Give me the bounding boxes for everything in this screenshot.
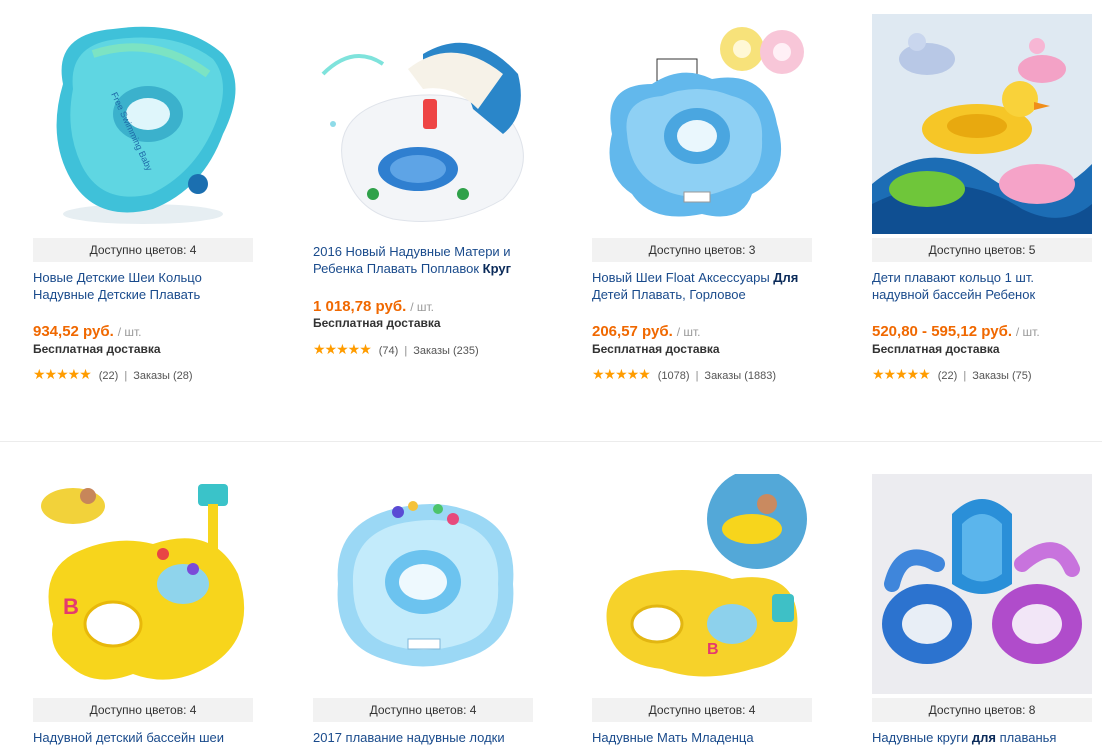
rating-row: ★★★★★ (22) | Заказы (28) (33, 366, 193, 382)
product-image[interactable] (313, 14, 533, 234)
order-count[interactable]: Заказы (1883) (704, 370, 776, 382)
rating-row: ★★★★★ (74) | Заказы (235) (313, 341, 479, 357)
product-title[interactable]: Дети плавают кольцо 1 шт. надувной бассе… (872, 269, 1094, 303)
product-title[interactable]: Надувные круги для плаванья (872, 729, 1094, 746)
product-image[interactable]: B (33, 474, 253, 694)
order-count[interactable]: Заказы (75) (972, 370, 1031, 382)
star-rating-icon: ★★★★★ (872, 366, 931, 382)
product-image[interactable] (313, 474, 533, 694)
product-title[interactable]: Надувной детский бассейн шеи (33, 729, 255, 746)
product-image[interactable]: B (592, 474, 812, 694)
review-count[interactable]: (74) (379, 345, 399, 357)
colors-available: Доступно цветов: 3 (592, 238, 812, 262)
review-count[interactable]: (1078) (658, 370, 690, 382)
colors-available: Доступно цветов: 4 (33, 698, 253, 722)
star-rating-icon: ★★★★★ (313, 341, 372, 357)
order-count[interactable]: Заказы (235) (413, 345, 479, 357)
svg-text:B: B (63, 594, 79, 619)
colors-available: Доступно цветов: 4 (313, 698, 533, 722)
product-title[interactable]: Новые Детские Шеи Кольцо Надувные Детски… (33, 269, 255, 303)
product-price: 1 018,78 руб. / шт. (313, 298, 434, 315)
colors-available: Доступно цветов: 8 (872, 698, 1092, 722)
row-divider (0, 441, 1102, 442)
product-price: 206,57 руб. / шт. (592, 323, 701, 340)
product-image[interactable] (872, 474, 1092, 694)
product-title[interactable]: 2016 Новый Надувные Матери и Ребенка Пла… (313, 243, 535, 277)
rating-row: ★★★★★ (1078) | Заказы (1883) (592, 366, 777, 382)
star-rating-icon: ★★★★★ (592, 366, 651, 382)
product-price: 520,80 - 595,12 руб. / шт. (872, 323, 1040, 340)
free-shipping: Бесплатная доставка (313, 316, 441, 330)
product-title[interactable]: Новый Шеи Float Аксессуары Для Детей Пла… (592, 269, 814, 303)
star-rating-icon: ★★★★★ (33, 366, 92, 382)
free-shipping: Бесплатная доставка (33, 342, 161, 356)
product-image[interactable] (872, 14, 1092, 234)
svg-text:B: B (707, 641, 719, 658)
review-count[interactable]: (22) (99, 370, 119, 382)
order-count[interactable]: Заказы (28) (133, 370, 192, 382)
free-shipping: Бесплатная доставка (872, 342, 1000, 356)
product-price: 934,52 руб. / шт. (33, 323, 142, 340)
rating-row: ★★★★★ (22) | Заказы (75) (872, 366, 1032, 382)
colors-available: Доступно цветов: 4 (33, 238, 253, 262)
colors-available: Доступно цветов: 4 (592, 698, 812, 722)
product-image[interactable]: Free Swimming Baby (33, 14, 253, 234)
product-title[interactable]: 2017 плавание надувные лодки (313, 729, 535, 746)
product-image[interactable] (592, 14, 812, 234)
free-shipping: Бесплатная доставка (592, 342, 720, 356)
product-title[interactable]: Надувные Мать Младенца (592, 729, 814, 746)
review-count[interactable]: (22) (938, 370, 958, 382)
colors-available: Доступно цветов: 5 (872, 238, 1092, 262)
